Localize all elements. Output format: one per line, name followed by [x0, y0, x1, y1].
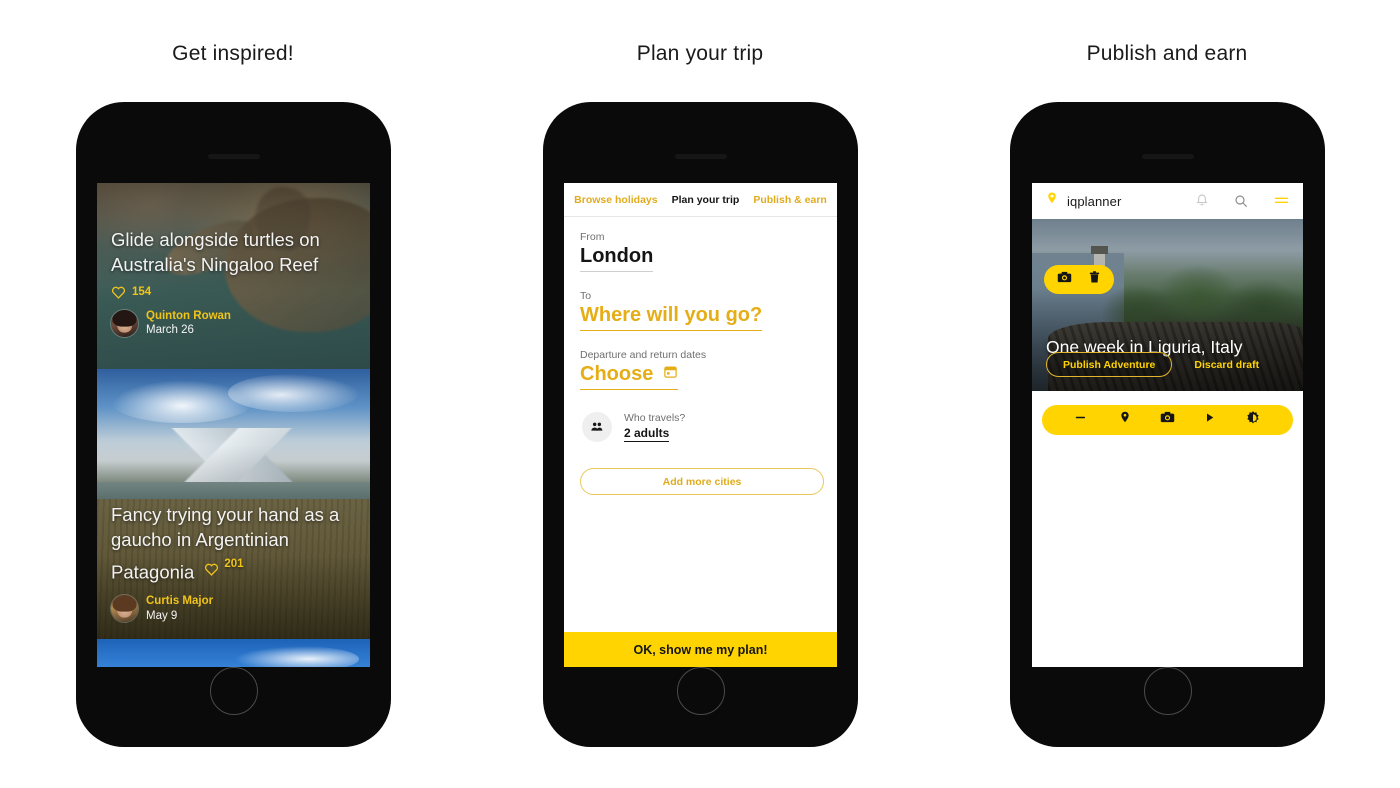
text-icon[interactable]	[1073, 409, 1090, 431]
phone-speaker	[207, 154, 260, 159]
like-count: 154	[132, 286, 152, 298]
editor-toolbar	[1042, 405, 1293, 435]
column-title-get-inspired: Get inspired!	[172, 42, 294, 65]
editor-body	[1032, 391, 1303, 667]
hero-actions: Publish Adventure Discard draft	[1046, 352, 1293, 377]
card-content: Glide alongside turtles on Australia's N…	[111, 227, 360, 338]
avatar-hair	[112, 309, 137, 327]
field-dates: Departure and return dates Choose	[580, 349, 821, 390]
phone-mockup-planner: Browse holidays Plan your trip Publish &…	[543, 102, 858, 747]
brightness-icon[interactable]	[1244, 409, 1262, 432]
avatar-hair	[112, 595, 137, 612]
search-icon[interactable]	[1233, 193, 1249, 209]
trash-icon[interactable]	[1087, 269, 1102, 291]
heart-icon	[111, 285, 126, 299]
column-title-publish-and-earn: Publish and earn	[1086, 42, 1248, 65]
author-name: Quinton Rowan	[146, 310, 231, 322]
calendar-icon	[663, 366, 678, 383]
tab-browse-holidays[interactable]: Browse holidays	[574, 194, 657, 206]
heart-icon	[204, 557, 219, 577]
avatar	[111, 309, 138, 337]
avatar	[111, 595, 138, 623]
likes-row[interactable]: 154	[111, 285, 360, 299]
cloud-shape	[228, 374, 360, 413]
to-input[interactable]: Where will you go?	[580, 304, 763, 331]
tab-bar: Browse holidays Plan your trip Publish &…	[564, 183, 837, 217]
from-input[interactable]: London	[580, 245, 654, 272]
travelers-meta: Who travels? 2 adults	[624, 412, 685, 442]
field-to: To Where will you go?	[580, 290, 821, 331]
hamburger-menu-icon[interactable]	[1272, 193, 1291, 209]
tab-publish-and-earn[interactable]: Publish & earn	[753, 194, 827, 206]
to-label: To	[580, 290, 592, 302]
bell-icon[interactable]	[1194, 193, 1210, 209]
add-more-cities-button[interactable]: Add more cities	[580, 468, 824, 495]
hero-image-block: One week in Liguria, Italy Publish Adven…	[1032, 219, 1303, 391]
home-button[interactable]	[209, 667, 258, 715]
card-photo-sky	[97, 639, 370, 667]
card-content: Fancy trying your hand as a gaucho in Ar…	[111, 502, 360, 623]
app-header: iqplanner	[1032, 183, 1303, 219]
phone-mockup-feed: Glide alongside turtles on Australia's N…	[76, 102, 391, 747]
screenshot-root: Get inspired! Plan your trip Publish and…	[0, 0, 1400, 788]
feed-card[interactable]: Glide alongside turtles on Australia's N…	[97, 183, 370, 369]
phone-screen-planner: Browse holidays Plan your trip Publish &…	[564, 183, 837, 667]
phone-screen-feed: Glide alongside turtles on Australia's N…	[97, 183, 370, 667]
feed-card[interactable]	[97, 639, 370, 667]
field-from: From London	[580, 231, 821, 272]
card-title: Fancy trying your hand as a gaucho in Ar…	[111, 502, 360, 585]
dates-value-text: Choose	[580, 363, 654, 385]
phone-screen-publisher: iqplanner One week in Liguria, Italy Pub…	[1032, 183, 1303, 667]
from-label: From	[580, 231, 605, 243]
phone-mockup-publisher: iqplanner One week in Liguria, Italy Pub…	[1010, 102, 1325, 747]
cloud-shape	[233, 645, 360, 667]
author-date: March 26	[146, 324, 194, 337]
map-pin-icon[interactable]	[1044, 190, 1060, 213]
author-row[interactable]: Curtis Major May 9	[111, 594, 360, 623]
feed-card[interactable]: Fancy trying your hand as a gaucho in Ar…	[97, 369, 370, 639]
camera-icon[interactable]	[1056, 269, 1073, 291]
phone-speaker	[674, 154, 727, 159]
home-button[interactable]	[1143, 667, 1192, 715]
author-meta: Curtis Major May 9	[146, 594, 213, 623]
travelers-question: Who travels?	[624, 412, 686, 424]
people-icon	[582, 412, 612, 442]
home-button[interactable]	[676, 667, 725, 715]
author-date: May 9	[146, 609, 178, 622]
author-meta: Quinton Rowan March 26	[146, 309, 231, 338]
dates-input[interactable]: Choose	[580, 363, 678, 390]
publish-adventure-button[interactable]: Publish Adventure	[1046, 352, 1173, 377]
travelers-row[interactable]: Who travels? 2 adults	[582, 412, 821, 442]
travelers-value[interactable]: 2 adults	[624, 426, 670, 442]
tab-plan-your-trip[interactable]: Plan your trip	[672, 194, 740, 206]
camera-icon[interactable]	[1159, 409, 1176, 431]
likes-row[interactable]: 201	[204, 552, 244, 577]
column-title-plan-your-trip: Plan your trip	[636, 42, 764, 65]
card-title: Glide alongside turtles on Australia's N…	[111, 229, 320, 275]
like-count: 201	[224, 557, 244, 570]
author-name: Curtis Major	[146, 595, 214, 608]
trip-form: From London To Where will you go? Depart…	[564, 217, 837, 632]
hero-edit-toolbar	[1044, 265, 1114, 294]
app-logo-text: iqplanner	[1067, 193, 1122, 209]
discard-draft-button[interactable]: Discard draft	[1194, 359, 1259, 371]
show-plan-button[interactable]: OK, show me my plan!	[564, 632, 837, 667]
location-pin-icon[interactable]	[1117, 409, 1133, 432]
video-play-icon[interactable]	[1202, 410, 1217, 430]
phone-speaker	[1141, 154, 1194, 159]
author-row[interactable]: Quinton Rowan March 26	[111, 309, 360, 338]
dates-label: Departure and return dates	[580, 349, 707, 361]
